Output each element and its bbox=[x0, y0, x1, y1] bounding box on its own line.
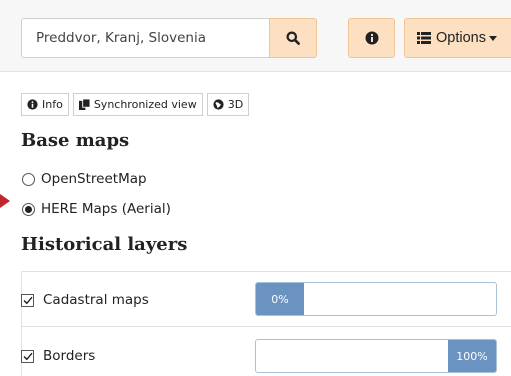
checkmark-icon bbox=[23, 296, 33, 304]
search-input[interactable] bbox=[21, 18, 270, 58]
radio-label: HERE Maps (Aerial) bbox=[41, 201, 171, 217]
progress-fill: 100% bbox=[448, 340, 496, 372]
panel-tabs: Info Synchronized view 3D bbox=[21, 93, 250, 116]
search-group bbox=[21, 18, 317, 58]
layer-borders-toggle[interactable]: Borders bbox=[21, 348, 95, 364]
checkbox[interactable] bbox=[21, 349, 34, 363]
copy-icon bbox=[78, 99, 90, 110]
layer-label: Borders bbox=[43, 348, 96, 364]
opacity-slider-borders[interactable]: 100% bbox=[255, 339, 497, 373]
pointer-arrow bbox=[0, 194, 10, 208]
tab-synchronized-view-label: Synchronized view bbox=[93, 98, 197, 111]
base-maps-heading: Base maps bbox=[21, 130, 130, 151]
tab-info[interactable]: Info bbox=[21, 93, 69, 116]
options-button[interactable]: Options bbox=[404, 18, 511, 58]
progress-fill: 0% bbox=[256, 283, 304, 315]
globe-icon bbox=[213, 99, 224, 110]
info-button[interactable] bbox=[348, 18, 395, 58]
tab-3d[interactable]: 3D bbox=[206, 93, 250, 116]
checkbox[interactable] bbox=[21, 293, 34, 307]
radio-button[interactable] bbox=[22, 172, 35, 186]
radio-openstreetmap[interactable]: OpenStreetMap bbox=[22, 171, 147, 187]
tab-info-label: Info bbox=[42, 98, 63, 111]
tab-3d-label: 3D bbox=[227, 98, 244, 111]
list-icon bbox=[417, 32, 431, 44]
progress-value: 0% bbox=[271, 292, 289, 306]
radio-here-maps-aerial[interactable]: HERE Maps (Aerial) bbox=[22, 201, 171, 217]
search-icon bbox=[286, 31, 300, 45]
tab-synchronized-view[interactable]: Synchronized view bbox=[72, 93, 203, 116]
layer-label: Cadastral maps bbox=[43, 292, 149, 308]
radio-button[interactable] bbox=[22, 202, 35, 216]
info-circle-icon bbox=[27, 99, 38, 110]
layer-cadastral-maps-toggle[interactable]: Cadastral maps bbox=[21, 292, 149, 308]
search-button[interactable] bbox=[269, 18, 317, 58]
radio-label: OpenStreetMap bbox=[41, 171, 147, 187]
opacity-slider-cadastral-maps[interactable]: 0% bbox=[255, 282, 497, 316]
top-toolbar: Options bbox=[0, 0, 511, 72]
info-circle-icon bbox=[365, 31, 378, 45]
caret-down-icon bbox=[488, 35, 497, 41]
progress-value: 100% bbox=[456, 349, 488, 363]
options-label: Options bbox=[436, 30, 486, 46]
historical-layers-heading: Historical layers bbox=[21, 234, 188, 255]
checkmark-icon bbox=[23, 352, 33, 360]
